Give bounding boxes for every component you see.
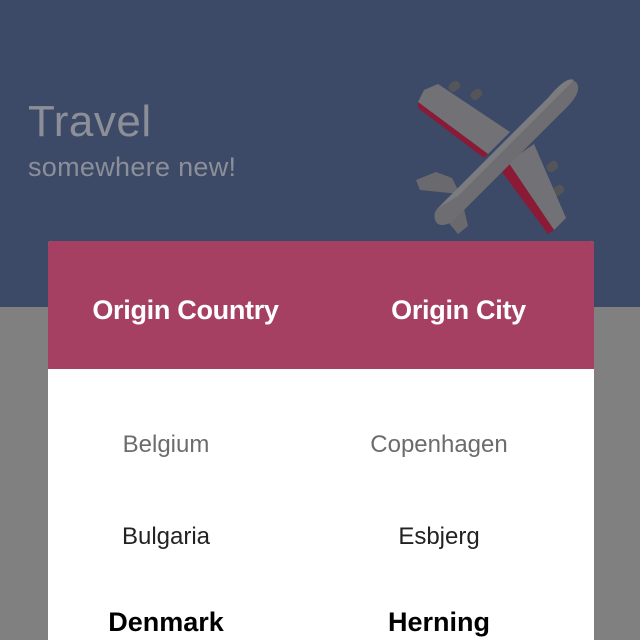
city-option[interactable]: Esbjerg bbox=[321, 522, 557, 552]
origin-picker-card: Origin Country Origin City Belgium Bulga… bbox=[48, 241, 594, 640]
hero-title: Travel bbox=[28, 97, 152, 146]
airplane-icon bbox=[416, 79, 579, 234]
city-option[interactable]: Copenhagen bbox=[321, 430, 557, 460]
card-header: Origin Country Origin City bbox=[48, 241, 594, 369]
origin-picker[interactable]: Belgium Bulgaria Denmark Copenhagen Esbj… bbox=[48, 369, 594, 640]
country-option-selected[interactable]: Denmark bbox=[48, 607, 284, 637]
city-option-selected[interactable]: Herning bbox=[321, 607, 557, 637]
travel-screen: Travel somewhere new! Origin Country Ori… bbox=[0, 0, 640, 640]
origin-city-header: Origin City bbox=[391, 295, 526, 325]
hero-subtitle: somewhere new! bbox=[28, 152, 237, 182]
origin-country-header: Origin Country bbox=[92, 295, 279, 325]
country-option[interactable]: Belgium bbox=[48, 430, 284, 460]
country-option[interactable]: Bulgaria bbox=[48, 522, 284, 552]
